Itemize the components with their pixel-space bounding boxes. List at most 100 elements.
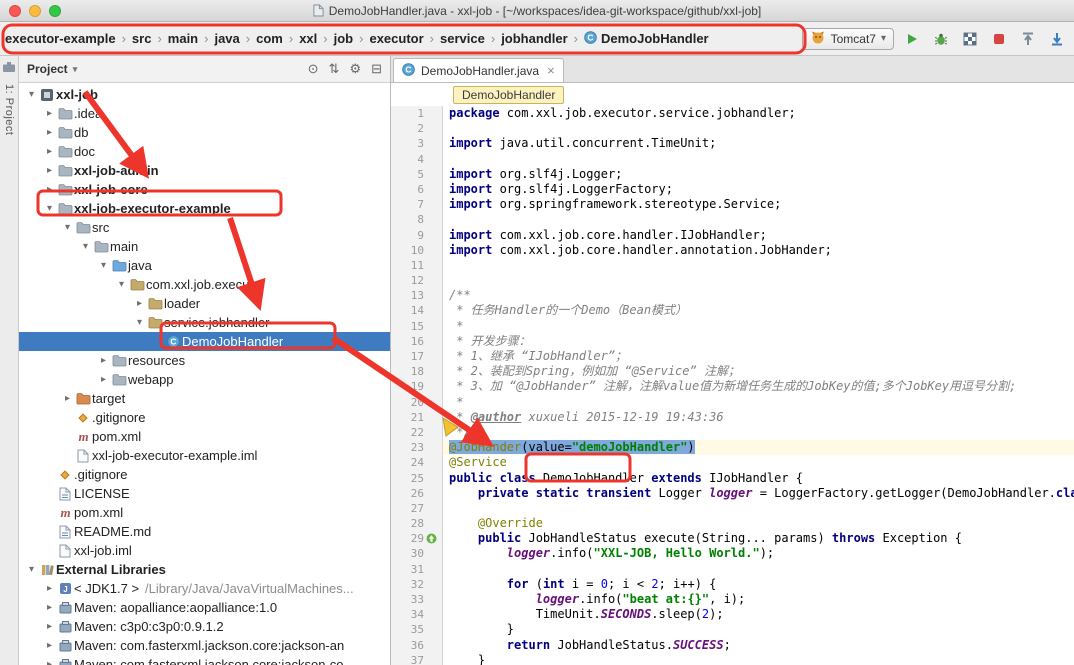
- code-line[interactable]: * 3、加 “@JobHander” 注解，注解value值为新增任务生成的Jo…: [443, 379, 1074, 394]
- code-line[interactable]: [443, 121, 1074, 136]
- code-line[interactable]: }: [443, 653, 1074, 665]
- tree-item[interactable]: ▾service.jobhandler: [19, 313, 390, 332]
- code-line[interactable]: /**: [443, 288, 1074, 303]
- breadcrumb-item[interactable]: job: [331, 29, 357, 48]
- stop-button[interactable]: [988, 28, 1010, 50]
- gutter[interactable]: 16: [391, 334, 443, 349]
- chevron-expanded-icon[interactable]: ▾: [97, 260, 110, 271]
- gutter[interactable]: 22: [391, 425, 443, 440]
- code-line[interactable]: [443, 501, 1074, 516]
- window-minimize-button[interactable]: [29, 5, 41, 17]
- chevron-collapsed-icon[interactable]: ▸: [43, 602, 56, 613]
- breadcrumb-item[interactable]: jobhandler: [498, 29, 570, 48]
- breadcrumb-item[interactable]: com: [253, 29, 286, 48]
- gutter[interactable]: 10: [391, 243, 443, 258]
- tree-item[interactable]: ▾java: [19, 256, 390, 275]
- breadcrumb-item[interactable]: service: [437, 29, 488, 48]
- breadcrumb-item[interactable]: main: [165, 29, 201, 48]
- gutter[interactable]: 3: [391, 136, 443, 151]
- chevron-collapsed-icon[interactable]: ▸: [43, 127, 56, 138]
- gutter[interactable]: 19: [391, 379, 443, 394]
- breadcrumb-item[interactable]: CDemoJobHandler: [581, 29, 712, 49]
- chevron-collapsed-icon[interactable]: ▸: [43, 659, 56, 665]
- code-line[interactable]: @JobHander(value="demoJobHandler"): [443, 440, 1074, 455]
- gutter[interactable]: 14: [391, 303, 443, 318]
- code-line[interactable]: [443, 562, 1074, 577]
- coverage-button[interactable]: [959, 28, 981, 50]
- window-close-button[interactable]: [9, 5, 21, 17]
- tree-item[interactable]: ▸loader: [19, 294, 390, 313]
- code-line[interactable]: [443, 258, 1074, 273]
- project-tool-button[interactable]: 1: Project: [3, 84, 15, 135]
- chevron-collapsed-icon[interactable]: ▸: [61, 393, 74, 404]
- gutter[interactable]: 20: [391, 395, 443, 410]
- tree-item[interactable]: xxl-job.iml: [19, 541, 390, 560]
- code-line[interactable]: import org.slf4j.Logger;: [443, 167, 1074, 182]
- tree-item[interactable]: xxl-job-executor-example.iml: [19, 446, 390, 465]
- gutter[interactable]: 15: [391, 319, 443, 334]
- tree-item[interactable]: ▾main: [19, 237, 390, 256]
- gutter[interactable]: 29: [391, 531, 443, 546]
- gutter[interactable]: 24: [391, 455, 443, 470]
- gutter[interactable]: 32: [391, 577, 443, 592]
- gutter[interactable]: 13: [391, 288, 443, 303]
- code-line[interactable]: logger.info("XXL-JOB, Hello World.");: [443, 546, 1074, 561]
- tree-item[interactable]: ▾xxl-job-executor-example: [19, 199, 390, 218]
- tree-item[interactable]: ▾External Libraries: [19, 560, 390, 579]
- tree-item[interactable]: ▸.idea: [19, 104, 390, 123]
- breadcrumb-item[interactable]: src: [129, 29, 155, 48]
- chevron-collapsed-icon[interactable]: ▸: [97, 374, 110, 385]
- code-line[interactable]: * 2、装配到Spring，例如加 “@Service” 注解；: [443, 364, 1074, 379]
- sort-icon[interactable]: ⇅: [329, 61, 340, 77]
- code-line[interactable]: import org.springframework.stereotype.Se…: [443, 197, 1074, 212]
- gutter[interactable]: 17: [391, 349, 443, 364]
- chevron-collapsed-icon[interactable]: ▸: [43, 184, 56, 195]
- code-line[interactable]: public class DemoJobHandler extends IJob…: [443, 471, 1074, 486]
- gutter[interactable]: 23: [391, 440, 443, 455]
- code-line[interactable]: }: [443, 622, 1074, 637]
- code-line[interactable]: * 开发步骤：: [443, 334, 1074, 349]
- tree-item[interactable]: ▸Maven: com.fasterxml.jackson.core:jacks…: [19, 636, 390, 655]
- chevron-expanded-icon[interactable]: ▾: [25, 89, 38, 100]
- code-line[interactable]: package com.xxl.job.executor.service.job…: [443, 106, 1074, 121]
- code-line[interactable]: public JobHandleStatus execute(String...…: [443, 531, 1074, 546]
- code-line[interactable]: * 任务Handler的一个Demo（Bean模式）: [443, 303, 1074, 318]
- code-line[interactable]: * @author xuxueli 2015-12-19 19:43:36: [443, 410, 1074, 425]
- tree-item[interactable]: ▸xxl-job-core: [19, 180, 390, 199]
- code-line[interactable]: * 1、继承 “IJobHandler”；: [443, 349, 1074, 364]
- chevron-expanded-icon[interactable]: ▾: [61, 222, 74, 233]
- gutter[interactable]: 27: [391, 501, 443, 516]
- tree-item[interactable]: ▸db: [19, 123, 390, 142]
- chevron-expanded-icon[interactable]: ▾: [25, 564, 38, 575]
- scroll-to-source-icon[interactable]: ⊙: [308, 61, 319, 77]
- breadcrumb-item[interactable]: xxl: [296, 29, 320, 48]
- code-line[interactable]: *: [443, 319, 1074, 334]
- chevron-expanded-icon[interactable]: ▾: [115, 279, 128, 290]
- gutter[interactable]: 37: [391, 653, 443, 665]
- gutter[interactable]: 8: [391, 212, 443, 227]
- tree-item[interactable]: ▾xxl-job: [19, 85, 390, 104]
- gutter[interactable]: 31: [391, 562, 443, 577]
- tree-item[interactable]: ▸Maven: aopalliance:aopalliance:1.0: [19, 598, 390, 617]
- chevron-expanded-icon[interactable]: ▾: [43, 203, 56, 214]
- tree-item[interactable]: ▸xxl-job-admin: [19, 161, 390, 180]
- code-line[interactable]: import com.xxl.job.core.handler.IJobHand…: [443, 228, 1074, 243]
- gutter[interactable]: 11: [391, 258, 443, 273]
- gutter[interactable]: 36: [391, 638, 443, 653]
- tree-item[interactable]: .gitignore: [19, 465, 390, 484]
- chevron-collapsed-icon[interactable]: ▸: [43, 640, 56, 651]
- settings-gear-icon[interactable]: ⚙: [349, 61, 361, 77]
- tree-item[interactable]: ▾src: [19, 218, 390, 237]
- code-line[interactable]: *: [443, 395, 1074, 410]
- editor-tab[interactable]: C DemoJobHandler.java ×: [393, 58, 564, 82]
- tree-item[interactable]: mpom.xml: [19, 427, 390, 446]
- run-button[interactable]: [901, 28, 923, 50]
- debug-button[interactable]: [930, 28, 952, 50]
- gutter[interactable]: 25: [391, 471, 443, 486]
- gutter[interactable]: 30: [391, 546, 443, 561]
- tree-item[interactable]: ▸resources: [19, 351, 390, 370]
- tree-item[interactable]: mpom.xml: [19, 503, 390, 522]
- code-line[interactable]: import org.slf4j.LoggerFactory;: [443, 182, 1074, 197]
- gutter[interactable]: 7: [391, 197, 443, 212]
- code-line[interactable]: import java.util.concurrent.TimeUnit;: [443, 136, 1074, 151]
